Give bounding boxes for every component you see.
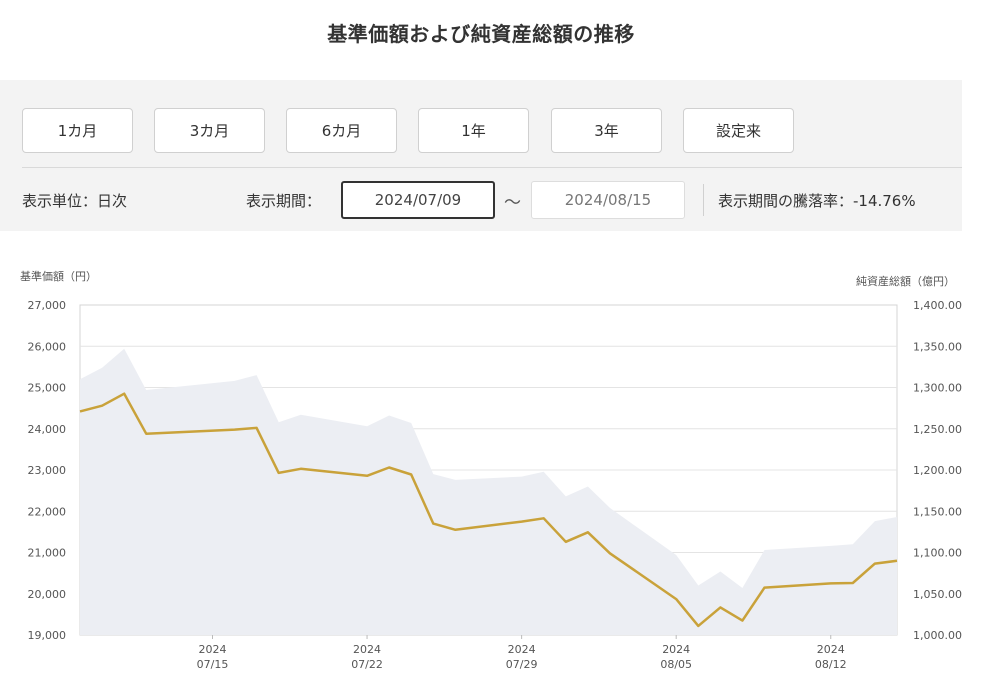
x-tick-label: 08/12 (815, 658, 847, 671)
period-button-1m[interactable]: 1カ月 (22, 108, 133, 153)
right-tick-label: 1,250.00 (913, 423, 962, 436)
period-button-6m[interactable]: 6カ月 (286, 108, 397, 153)
left-axis-title: 基準価額（円） (20, 269, 97, 283)
left-tick-label: 22,000 (28, 505, 67, 518)
x-tick-year: 2024 (198, 643, 226, 656)
right-tick-label: 1,000.00 (913, 629, 962, 642)
x-tick-year: 2024 (817, 643, 845, 656)
right-axis-title: 純資産総額（億円） (856, 274, 955, 288)
x-tick-year: 2024 (508, 643, 536, 656)
left-tick-label: 24,000 (28, 423, 67, 436)
display-period-label: 表示期間： (246, 192, 322, 210)
x-tick-label: 07/15 (197, 658, 229, 671)
period-button-since-inception[interactable]: 設定来 (683, 108, 794, 153)
date-to-input[interactable] (531, 181, 685, 219)
left-tick-label: 20,000 (28, 588, 67, 601)
right-tick-label: 1,050.00 (913, 588, 962, 601)
x-tick-year: 2024 (353, 643, 381, 656)
change-rate-label: 表示期間の騰落率：-14.76% (718, 192, 916, 210)
right-tick-label: 1,350.00 (913, 340, 962, 353)
range-tilde: ～ (504, 193, 521, 213)
period-button-3m[interactable]: 3カ月 (154, 108, 265, 153)
left-tick-label: 26,000 (28, 340, 67, 353)
x-tick-label: 07/22 (351, 658, 383, 671)
right-tick-label: 1,200.00 (913, 464, 962, 477)
date-from-input[interactable] (341, 181, 495, 219)
left-tick-label: 19,000 (28, 629, 67, 642)
nav-chart: 基準価額（円） 純資産総額（億円） 27,000 1,400.00 26,000 1,35… (20, 269, 962, 671)
period-button-1y[interactable]: 1年 (418, 108, 529, 153)
x-tick-label: 08/05 (660, 658, 692, 671)
left-tick-label: 21,000 (28, 547, 67, 560)
panel-divider (22, 167, 962, 168)
x-tick-year: 2024 (662, 643, 690, 656)
page-title: 基準価額および純資産総額の推移 (327, 22, 635, 46)
x-tick-label: 07/29 (506, 658, 538, 671)
right-tick-label: 1,100.00 (913, 547, 962, 560)
period-control-panel: 1カ月 3カ月 6カ月 1年 3年 設定来 表示単位：日次 表示期間： ～ 表示… (0, 80, 962, 231)
display-unit-label: 表示単位：日次 (22, 192, 128, 210)
right-tick-label: 1,400.00 (913, 299, 962, 312)
right-tick-label: 1,300.00 (913, 382, 962, 395)
left-tick-label: 23,000 (28, 464, 67, 477)
right-tick-label: 1,150.00 (913, 505, 962, 518)
left-tick-label: 25,000 (28, 382, 67, 395)
vertical-separator (703, 184, 704, 216)
period-button-3y[interactable]: 3年 (551, 108, 662, 153)
left-tick-label: 27,000 (28, 299, 67, 312)
